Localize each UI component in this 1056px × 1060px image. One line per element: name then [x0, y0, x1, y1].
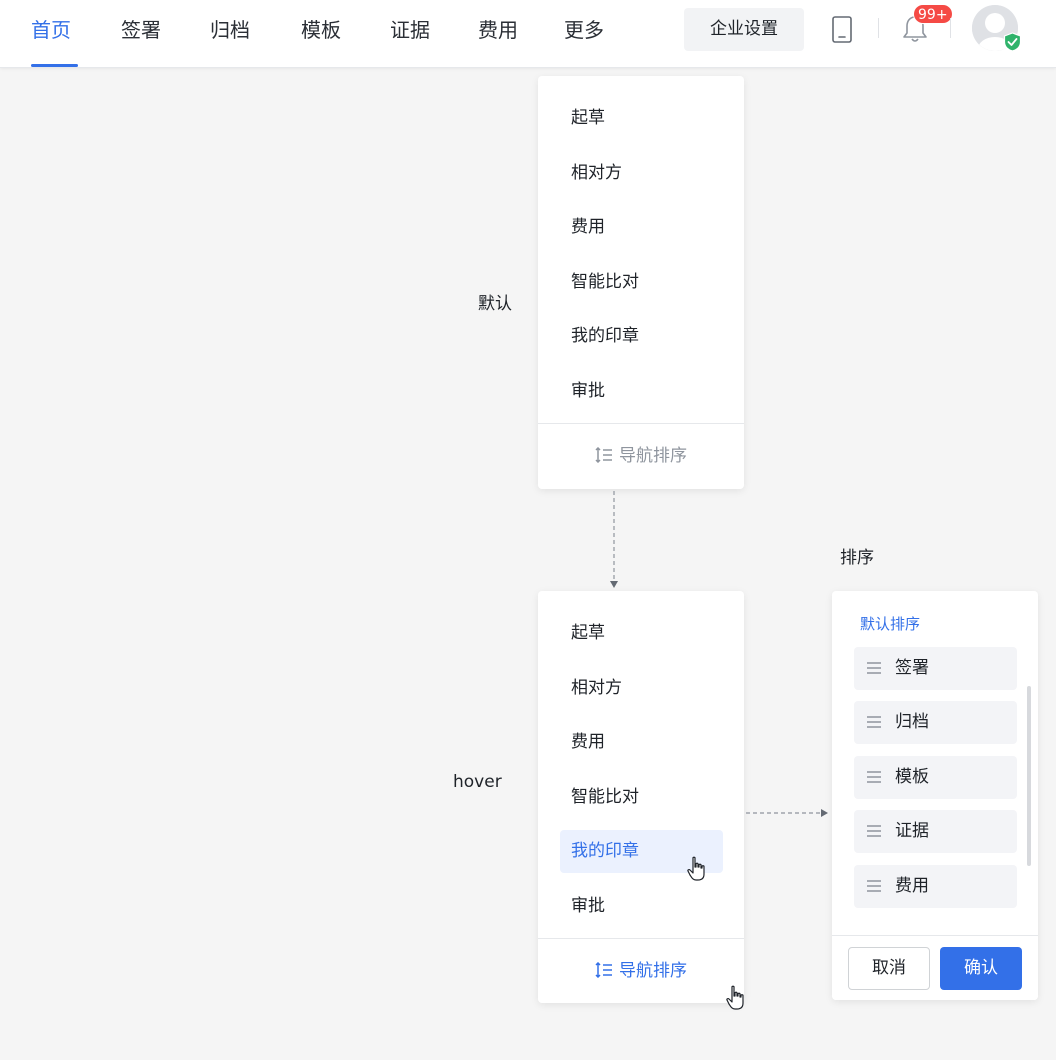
drag-handle-icon[interactable] — [866, 661, 882, 675]
drag-handle-icon[interactable] — [866, 824, 882, 838]
nav-sort-link[interactable]: 导航排序 — [538, 436, 744, 476]
nav-sort-label: 导航排序 — [619, 961, 687, 981]
sortable-item-label: 签署 — [895, 658, 929, 678]
sortable-item-label: 费用 — [895, 876, 929, 896]
tab-archive[interactable]: 归档 — [210, 16, 250, 44]
sortable-item[interactable]: 归档 — [854, 701, 1017, 744]
state-label-hover: hover — [453, 772, 502, 792]
sortable-item[interactable]: 签署 — [854, 647, 1017, 690]
menu-item-my-seals[interactable]: 我的印章 — [560, 315, 723, 358]
drag-handle-icon[interactable] — [866, 879, 882, 893]
tab-home[interactable]: 首页 — [31, 16, 71, 44]
top-nav-bar: 首页 签署 归档 模板 证据 费用 更多 企业设置 99+ — [0, 0, 1056, 68]
sortable-item[interactable]: 证据 — [854, 810, 1017, 853]
tab-evidence[interactable]: 证据 — [390, 16, 430, 44]
sort-panel-footer: 取消 确认 — [832, 935, 1038, 1000]
sortable-item-label: 模板 — [895, 767, 929, 787]
menu-item-draft[interactable]: 起草 — [560, 97, 723, 140]
phone-icon[interactable] — [832, 16, 852, 43]
sortable-item-label: 证据 — [895, 821, 929, 841]
tab-fees[interactable]: 费用 — [478, 16, 518, 44]
menu-item-counterparty[interactable]: 相对方 — [560, 667, 723, 710]
sortable-item[interactable]: 费用 — [854, 865, 1017, 908]
sortable-item-label: 归档 — [895, 712, 929, 732]
more-dropdown-hover: 起草 相对方 费用 智能比对 我的印章 审批 导航排序 — [538, 591, 744, 1003]
menu-item-smart-compare[interactable]: 智能比对 — [560, 776, 723, 819]
tab-more[interactable]: 更多 — [564, 16, 604, 44]
menu-item-fees[interactable]: 费用 — [560, 721, 723, 764]
cancel-button[interactable]: 取消 — [848, 947, 930, 990]
state-label-default: 默认 — [478, 294, 512, 314]
sort-icon — [595, 447, 612, 463]
scrollbar[interactable] — [1027, 686, 1031, 866]
nav-sort-link[interactable]: 导航排序 — [538, 951, 744, 991]
verified-check-icon — [1003, 32, 1022, 52]
sortable-item[interactable]: 模板 — [854, 756, 1017, 799]
sort-icon — [595, 962, 612, 978]
active-tab-indicator — [31, 64, 78, 67]
flow-arrow-down — [610, 491, 618, 588]
more-dropdown-default: 起草 相对方 费用 智能比对 我的印章 审批 导航排序 — [538, 76, 744, 489]
state-label-sort: 排序 — [840, 548, 874, 568]
hand-cursor-icon — [687, 856, 705, 881]
nav-divider — [878, 18, 879, 38]
confirm-button[interactable]: 确认 — [940, 947, 1022, 990]
nav-sort-panel: 默认排序 签署 归档 模板 证据 费用 取消 确认 — [832, 591, 1038, 1000]
hand-cursor-icon — [726, 985, 744, 1010]
menu-item-fees[interactable]: 费用 — [560, 206, 723, 249]
panel-divider — [538, 423, 744, 424]
enterprise-settings-button[interactable]: 企业设置 — [684, 8, 804, 51]
notification-badge: 99+ — [913, 4, 953, 24]
drag-handle-icon[interactable] — [866, 715, 882, 729]
tab-template[interactable]: 模板 — [301, 16, 341, 44]
nav-sort-label: 导航排序 — [619, 446, 687, 466]
nav-divider — [950, 18, 951, 38]
menu-item-draft[interactable]: 起草 — [560, 612, 723, 655]
tab-sign[interactable]: 签署 — [121, 16, 161, 44]
flow-arrow-right — [746, 809, 828, 817]
menu-item-smart-compare[interactable]: 智能比对 — [560, 261, 723, 304]
default-sort-link[interactable]: 默认排序 — [860, 613, 920, 634]
panel-divider — [538, 938, 744, 939]
menu-item-counterparty[interactable]: 相对方 — [560, 152, 723, 195]
drag-handle-icon[interactable] — [866, 770, 882, 784]
menu-item-approval[interactable]: 审批 — [560, 370, 723, 413]
menu-item-approval[interactable]: 审批 — [560, 885, 723, 928]
